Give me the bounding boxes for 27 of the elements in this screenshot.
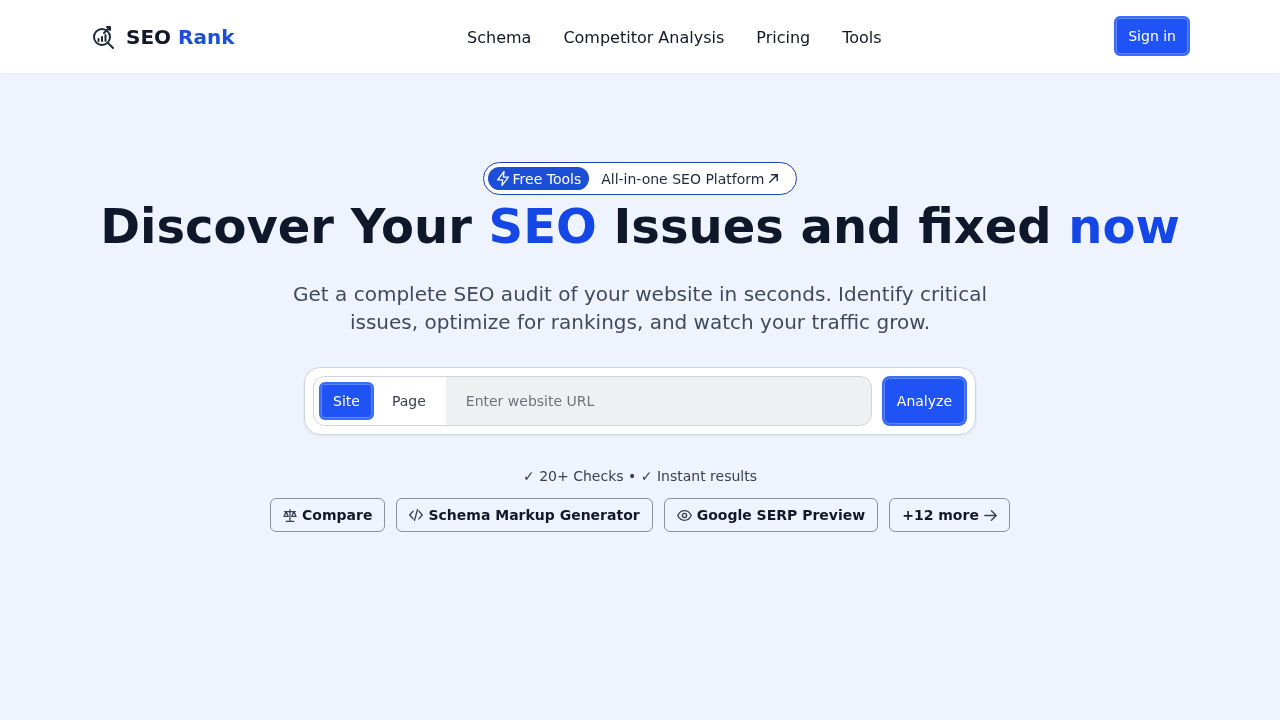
scale-icon — [283, 508, 298, 522]
hero-heading: Discover Your SEO Issues and fixed now — [100, 197, 1180, 256]
tool-button[interactable]: Google SERP Preview — [663, 498, 879, 532]
analyze-button[interactable]: Analyze — [881, 376, 967, 426]
platform-link[interactable]: All-in-one SEO Platform — [589, 170, 793, 187]
eye-icon — [676, 509, 692, 521]
sign-in-button[interactable]: Sign in — [1114, 16, 1190, 56]
nav-link[interactable]: Tools — [842, 27, 882, 47]
lightning-icon — [496, 171, 509, 186]
nav-link[interactable]: Schema — [467, 27, 532, 47]
tool-button[interactable]: Compare — [270, 498, 386, 532]
nav-link[interactable]: Competitor Analysis — [563, 27, 725, 47]
logo-text[interactable]: SEO Rank — [126, 24, 235, 49]
tag-label: Free Tools — [512, 170, 582, 187]
chart-magnifier-icon — [92, 24, 116, 49]
code-icon — [409, 509, 424, 521]
tool-button[interactable]: Schema Markup Generator — [396, 498, 653, 532]
tool-button[interactable]: +12 more — [889, 498, 1010, 532]
url-input[interactable]: Enter website URL — [445, 377, 871, 425]
features-text: ✓ 20+ Checks • ✓ Instant results — [523, 467, 757, 486]
arrow-up-right-icon — [769, 174, 779, 183]
hero-subtitle: Get a complete SEO audit of your website in seconds. Identify critical issues, optimize for rankings, and watch your traffic grow. — [292, 281, 988, 336]
arrow-right-icon — [983, 509, 997, 521]
mode-tab[interactable]: Site — [319, 382, 374, 420]
mode-tab[interactable]: Page — [377, 382, 440, 420]
nav-link[interactable]: Pricing — [756, 27, 811, 47]
url-field[interactable]: Site Page Enter website URL — [313, 376, 872, 426]
